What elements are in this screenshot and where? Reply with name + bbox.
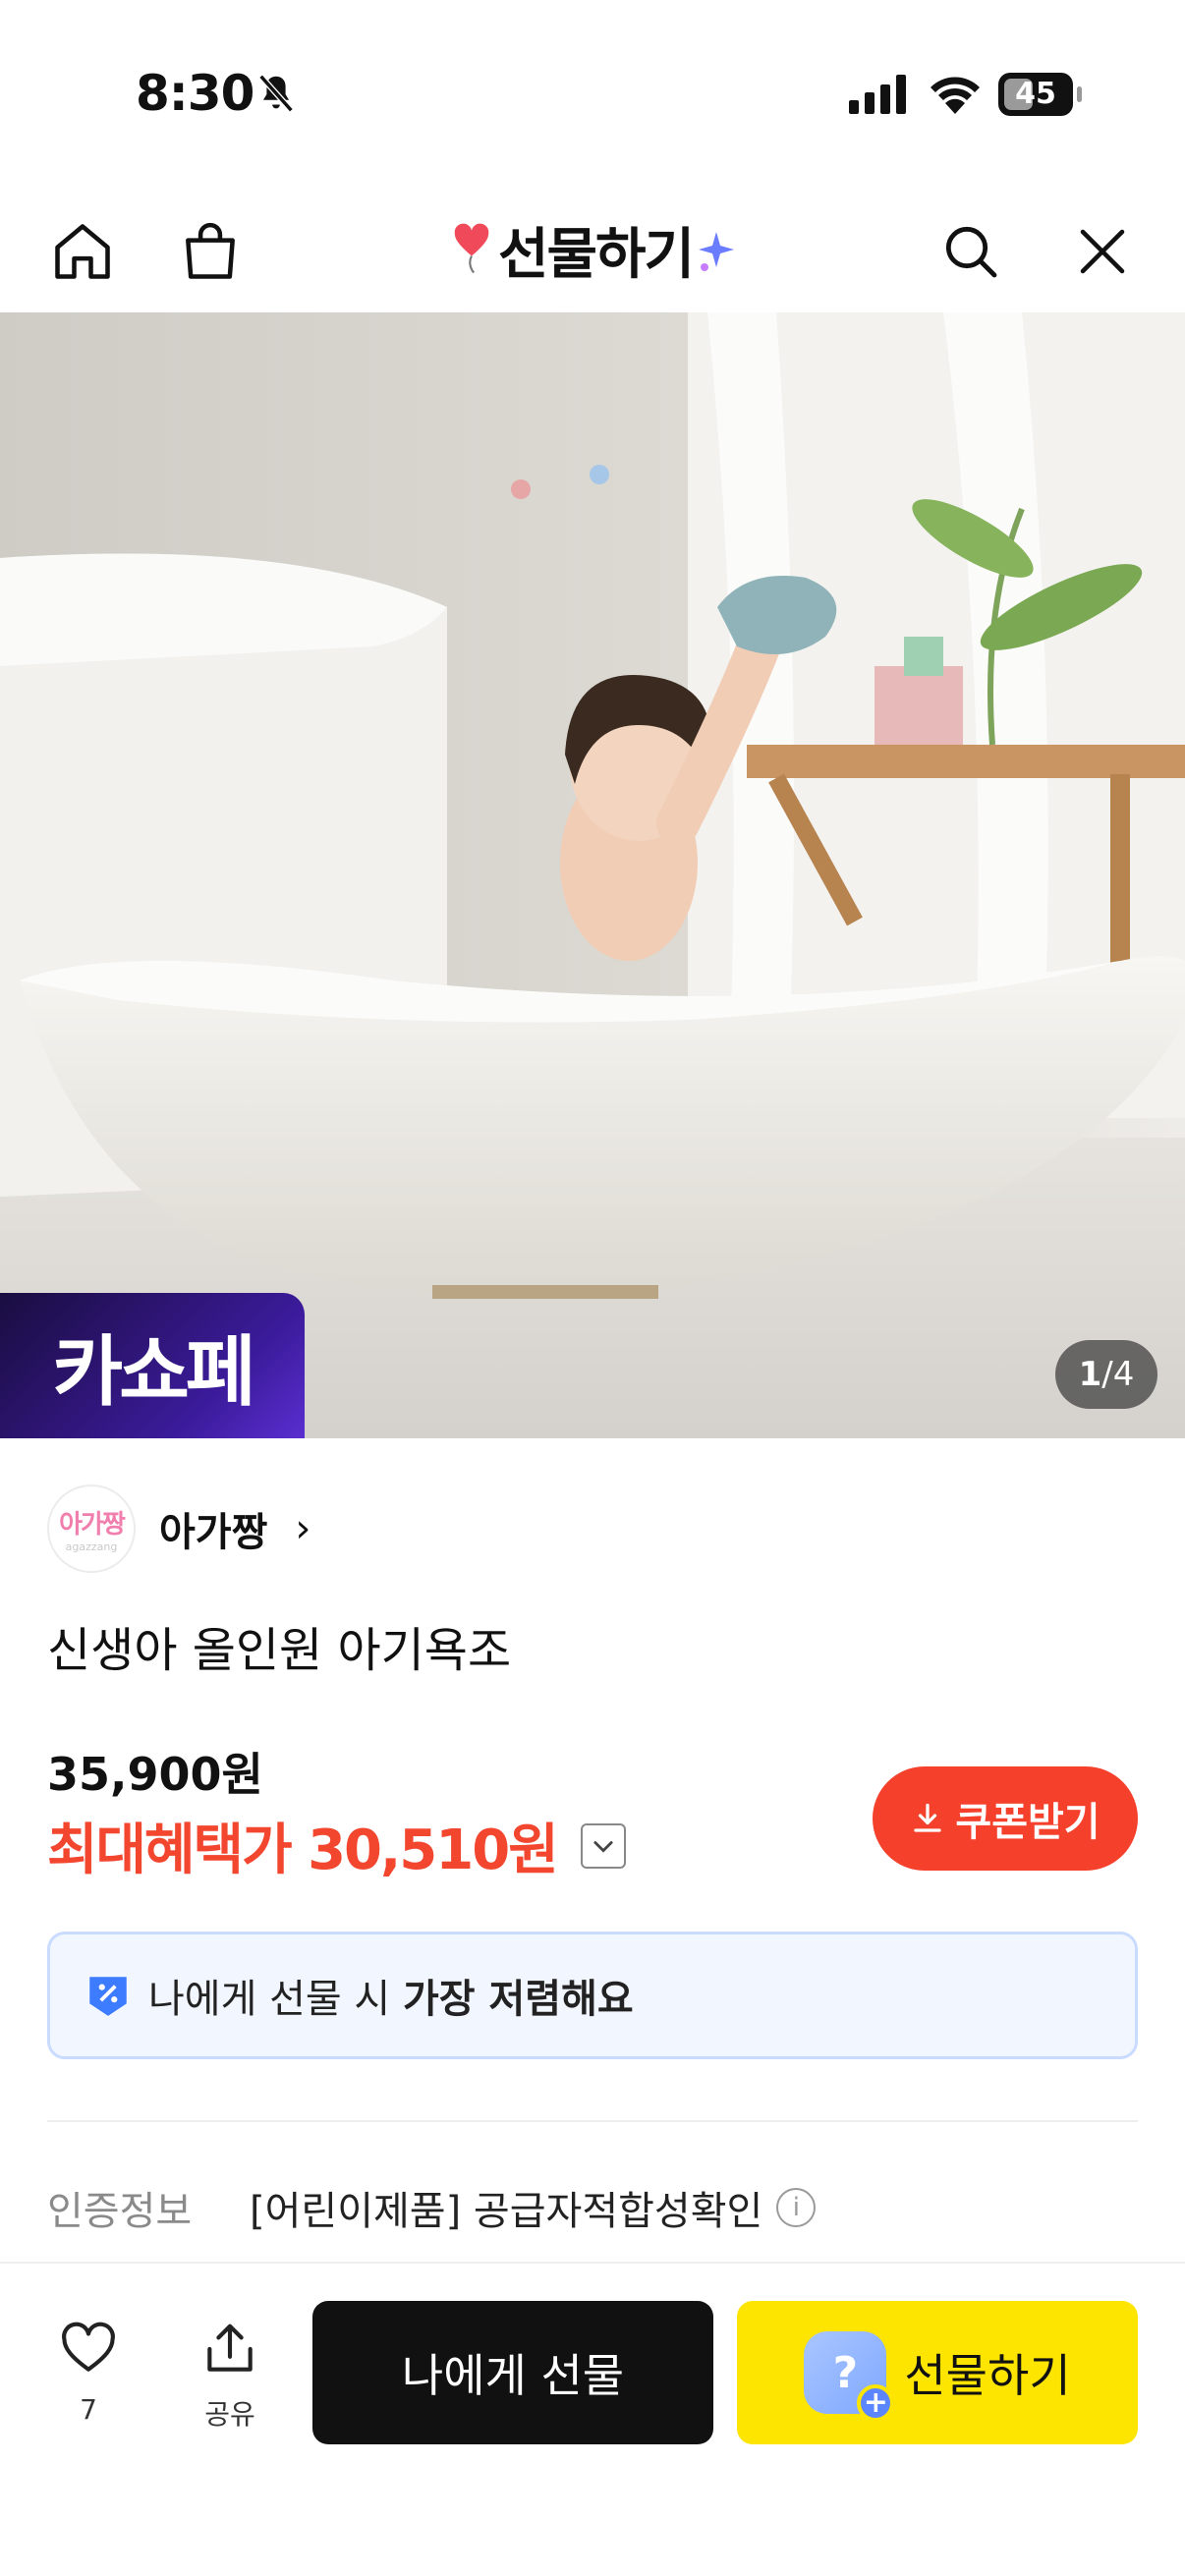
chevron-down-icon — [593, 1840, 613, 1853]
balloon-heart-icon — [454, 223, 489, 274]
like-button[interactable]: 7 — [39, 2319, 138, 2426]
gift-to-self-button[interactable]: 나에게 선물 — [312, 2301, 713, 2444]
seller-avatar: 아가짱 agazzang — [47, 1484, 136, 1573]
bell-muted-icon — [258, 74, 294, 113]
cellular-signal-icon — [849, 75, 906, 114]
coupon-label: 쿠폰받기 — [955, 1800, 1100, 1845]
battery-icon: 45 — [998, 73, 1082, 116]
home-button[interactable] — [43, 212, 122, 291]
share-label: 공유 — [204, 2398, 255, 2431]
cheapest-notice-banner: 나에게 선물 시 가장 저렴해요 — [47, 1932, 1138, 2059]
bottom-action-bar: 7 공유 나에게 선물 ? + 선물하기 — [0, 2262, 1185, 2576]
battery-level: 45 — [1015, 77, 1056, 111]
benefit-dropdown-button[interactable] — [580, 1822, 626, 1869]
product-photo — [0, 312, 1185, 1438]
brand-badge: 카쇼페 — [0, 1293, 305, 1438]
shopping-bag-icon — [186, 222, 235, 279]
friend-select-icon: ? + — [804, 2331, 895, 2422]
sparkle-icon — [699, 232, 735, 271]
divider — [47, 2120, 1138, 2122]
notice-text: 나에게 선물 시 가장 저렴해요 — [148, 1967, 634, 2024]
status-bar: 8:30 45 — [0, 0, 1185, 187]
send-gift-button[interactable]: ? + 선물하기 — [737, 2301, 1138, 2444]
heart-icon — [62, 2322, 115, 2372]
product-name: 신생아 올인원 아기욕조 — [47, 1623, 512, 1678]
image-page-indicator: 1/4 — [1055, 1340, 1157, 1409]
search-button[interactable] — [931, 212, 1010, 291]
brand-badge-text: 카쇼페 — [52, 1328, 255, 1417]
chevron-right-icon: › — [295, 1506, 311, 1551]
close-icon — [1080, 229, 1125, 274]
download-icon — [914, 1803, 942, 1832]
notice-emphasis: 가장 저렴해요 — [402, 1977, 634, 2022]
seller-avatar-en: agazzang — [65, 1540, 118, 1553]
seller-name[interactable]: 아가짱 — [159, 1500, 267, 1557]
page-title: 선물하기 — [497, 222, 695, 287]
home-icon — [55, 224, 110, 279]
max-benefit-price[interactable]: 최대혜택가 30,510원 — [47, 1806, 626, 1885]
page-current: 1 — [1078, 1355, 1102, 1394]
max-benefit-label: 최대혜택가 30,510원 — [47, 1819, 559, 1882]
certification-row: 인증정보 [어린이제품] 공급자적합성확인 i — [47, 2179, 817, 2236]
coupon-tag-icon — [89, 1977, 127, 2016]
send-gift-label: 선물하기 — [904, 2349, 1071, 2402]
gift-badge-glyph: ? — [832, 2347, 859, 2398]
share-button[interactable]: 공유 — [181, 2319, 279, 2433]
certification-value: [어린이제품] 공급자적합성확인 — [250, 2189, 763, 2234]
status-time: 8:30 — [136, 65, 254, 122]
notice-prefix: 나에게 선물 시 — [148, 1977, 403, 2022]
search-icon — [945, 226, 997, 278]
product-image-carousel[interactable] — [0, 312, 1185, 1438]
certification-label: 인증정보 — [47, 2189, 193, 2234]
page-total: /4 — [1101, 1355, 1135, 1394]
wifi-icon — [931, 77, 980, 114]
plus-icon: + — [857, 2384, 895, 2422]
info-icon[interactable]: i — [776, 2188, 817, 2227]
like-count: 7 — [80, 2393, 97, 2426]
close-button[interactable] — [1063, 212, 1142, 291]
seller-row[interactable]: 아가짱 agazzang 아가짱 › — [47, 1484, 310, 1574]
header-title: 선물하기 — [445, 210, 740, 289]
product-price: 35,900원 — [47, 1748, 263, 1801]
app-header: 선물하기 — [0, 187, 1185, 314]
share-icon — [207, 2324, 253, 2372]
shopping-bag-button[interactable] — [171, 212, 250, 291]
seller-avatar-ko: 아가짱 — [59, 1510, 126, 1540]
get-coupon-button[interactable]: 쿠폰받기 — [873, 1766, 1138, 1871]
gift-to-self-label: 나에게 선물 — [401, 2349, 625, 2402]
